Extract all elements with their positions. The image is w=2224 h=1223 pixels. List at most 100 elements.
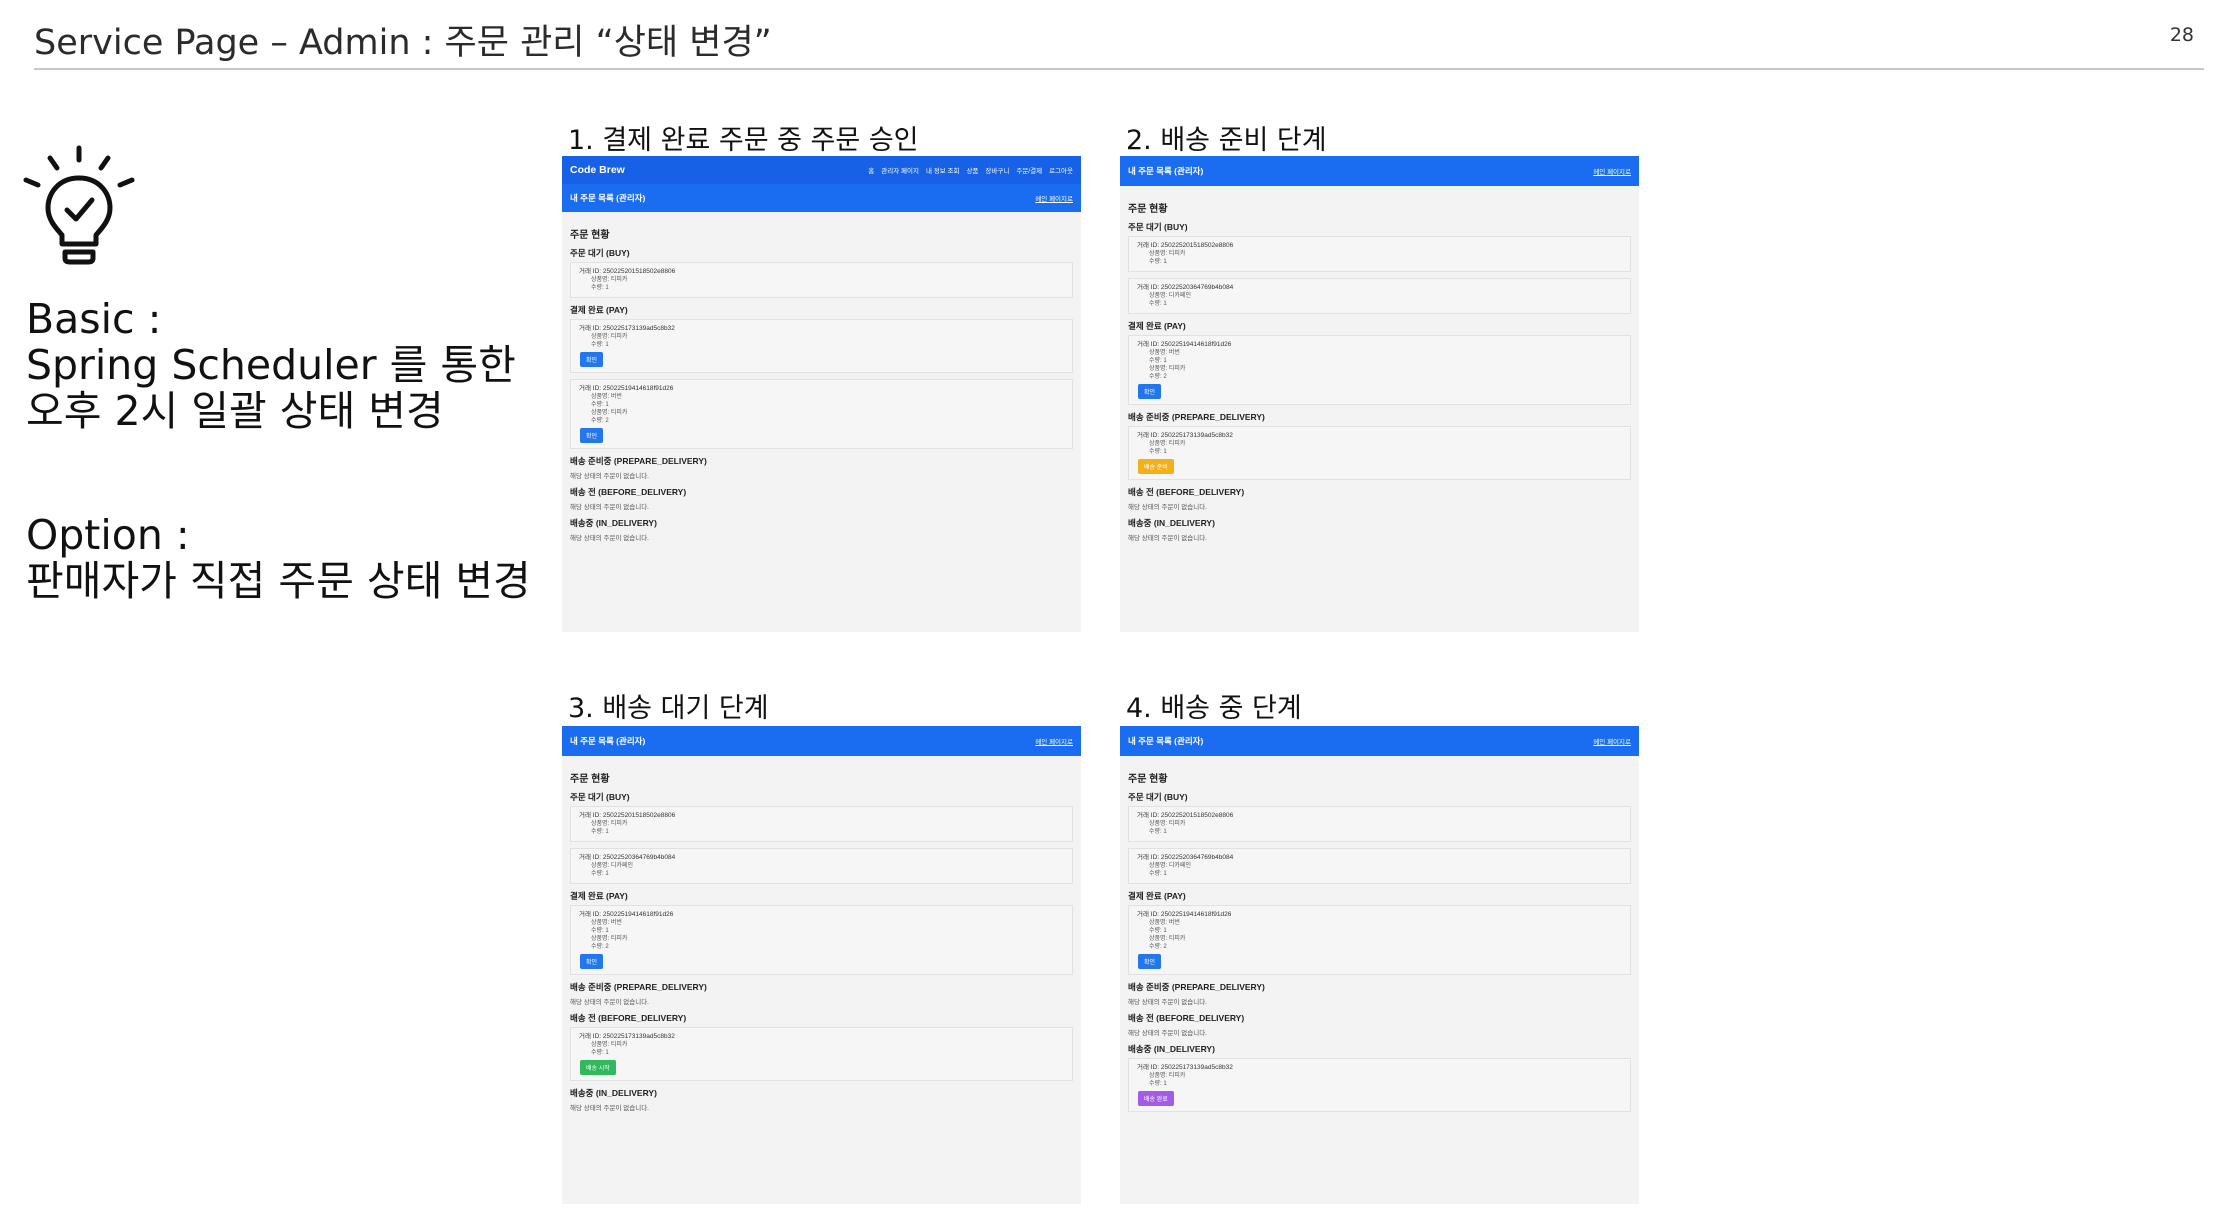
section-pay: 결제 완료 (PAY)	[1128, 321, 1186, 331]
transaction-id: 거래 ID: 250225173139ad5c8b32	[579, 325, 675, 332]
confirm-button[interactable]: 확인	[580, 352, 604, 367]
nav-my-info[interactable]: 내 정보 조회	[926, 165, 960, 175]
quantity: 수량: 1	[1149, 871, 1167, 877]
nav-logout[interactable]: 로그아웃	[1049, 165, 1073, 175]
empty-message: 해당 상태의 주문이 없습니다.	[1128, 1030, 1207, 1037]
product-name: 상품명: 버번	[591, 920, 622, 926]
quantity: 수량: 2	[1149, 374, 1167, 380]
section-before: 배송 전 (BEFORE_DELIVERY)	[570, 487, 687, 497]
panel-1-screenshot: Code Brew 홈 관리자 페이지 내 정보 조회 상품 장바구니 주문/결…	[562, 156, 1081, 632]
section-pay: 결제 완료 (PAY)	[1128, 891, 1186, 901]
transaction-id: 거래 ID: 250225203647​69b4b084	[579, 854, 676, 861]
empty-message: 해당 상태의 주문이 없습니다.	[570, 473, 649, 480]
order-list-title: 내 주문 목록 (관리자)	[1128, 736, 1204, 746]
transaction-id: 거래 ID: 2502252015185​02e8806	[579, 812, 676, 819]
order-list-title: 내 주문 목록 (관리자)	[570, 736, 646, 746]
quantity: 수량: 1	[591, 285, 609, 291]
transaction-id: 거래 ID: 250225173139ad5c8b32	[1137, 432, 1233, 439]
product-name: 상품명: 티피카	[1149, 821, 1186, 827]
product-name: 상품명: 버번	[591, 394, 622, 400]
section-buy: 주문 대기 (BUY)	[570, 248, 630, 258]
section-in: 배송중 (IN_DELIVERY)	[1128, 1044, 1215, 1054]
confirm-button[interactable]: 확인	[580, 954, 604, 969]
product-name: 상품명: 디카페인	[591, 863, 633, 869]
empty-message: 해당 상태의 주문이 없습니다.	[1128, 504, 1207, 511]
top-navbar: Code Brew 홈 관리자 페이지 내 정보 조회 상품 장바구니 주문/결…	[562, 156, 1081, 184]
panel-4-screenshot: 내 주문 목록 (관리자) 메인 페이지로 주문 현황 주문 대기 (BUY) …	[1120, 726, 1639, 1204]
main-page-link[interactable]: 메인 페이지로	[1593, 736, 1631, 746]
confirm-button[interactable]: 확인	[580, 428, 604, 443]
order-card: 거래 ID: 250225203647​69b4b084 상품명: 디카페인 수…	[1128, 278, 1631, 314]
panel-3-screenshot: 내 주문 목록 (관리자) 메인 페이지로 주문 현황 주문 대기 (BUY) …	[562, 726, 1081, 1204]
status-heading: 주문 현황	[1128, 774, 1168, 785]
basic-label: Basic :	[26, 295, 162, 343]
empty-message: 해당 상태의 주문이 없습니다.	[570, 504, 649, 511]
panel-4-caption: 4. 배송 중 단계	[1126, 693, 1302, 724]
lightbulb-check-icon	[23, 145, 135, 265]
transaction-id: 거래 ID: 2502252015185​02e8806	[579, 268, 676, 275]
nav-home[interactable]: 홈	[868, 165, 874, 175]
order-card: 거래 ID: 2502251941461​8f91d26 상품명: 버번 수량:…	[1128, 335, 1631, 405]
prepare-delivery-button[interactable]: 배송 준비	[1138, 459, 1174, 474]
transaction-id: 거래 ID: 2502251941461​8f91d26	[1137, 911, 1232, 918]
transaction-id: 거래 ID: 250225173139ad5c8b32	[579, 1033, 675, 1040]
product-name: 상품명: 티피카	[1149, 251, 1186, 257]
section-buy: 주문 대기 (BUY)	[1128, 792, 1188, 802]
empty-message: 해당 상태의 주문이 없습니다.	[570, 999, 649, 1006]
nav-cart[interactable]: 장바구니	[985, 165, 1009, 175]
option-line: 판매자가 직접 주문 상태 변경	[26, 557, 531, 605]
quantity: 수량: 1	[1149, 928, 1167, 934]
title-divider	[34, 68, 2204, 70]
confirm-button[interactable]: 확인	[1138, 384, 1162, 399]
product-name: 상품명: 티피카	[1149, 936, 1186, 942]
product-name: 상품명: 버번	[1149, 920, 1180, 926]
nav-orders[interactable]: 주문/결제	[1016, 165, 1042, 175]
section-before: 배송 전 (BEFORE_DELIVERY)	[1128, 487, 1245, 497]
panel-2-screenshot: 내 주문 목록 (관리자) 메인 페이지로 주문 현황 주문 대기 (BUY) …	[1120, 156, 1639, 632]
confirm-button[interactable]: 확인	[1138, 954, 1162, 969]
section-buy: 주문 대기 (BUY)	[570, 792, 630, 802]
product-name: 상품명: 디카페인	[1149, 293, 1191, 299]
quantity: 수량: 1	[1149, 301, 1167, 307]
empty-message: 해당 상태의 주문이 없습니다.	[570, 535, 649, 542]
start-delivery-button[interactable]: 배송 시작	[580, 1060, 616, 1075]
main-page-link[interactable]: 메인 페이지로	[1035, 736, 1073, 746]
order-card: 거래 ID: 250225173139ad5c8b32 상품명: 티피카 수량:…	[1128, 1058, 1631, 1112]
slide-title: Service Page – Admin : 주문 관리 “상태 변경”	[34, 23, 772, 63]
panel-2-caption: 2. 배송 준비 단계	[1126, 125, 1327, 156]
status-heading: 주문 현황	[1128, 204, 1168, 215]
main-page-link[interactable]: 메인 페이지로	[1035, 193, 1073, 203]
section-in: 배송중 (IN_DELIVERY)	[570, 1088, 657, 1098]
nav-products[interactable]: 상품	[966, 165, 978, 175]
transaction-id: 거래 ID: 2502251941461​8f91d26	[579, 385, 674, 392]
product-name: 상품명: 티피카	[591, 334, 628, 340]
product-name: 상품명: 티피카	[591, 936, 628, 942]
transaction-id: 거래 ID: 2502251941461​8f91d26	[1137, 341, 1232, 348]
quantity: 수량: 1	[591, 829, 609, 835]
product-name: 상품명: 티피카	[1149, 441, 1186, 447]
transaction-id: 거래 ID: 250225203647​69b4b084	[1137, 284, 1234, 291]
order-card: 거래 ID: 2502251941461​8f91d26 상품명: 버번 수량:…	[570, 379, 1073, 449]
section-prepare: 배송 준비중 (PREPARE_DELIVERY)	[1128, 982, 1265, 992]
status-heading: 주문 현황	[570, 230, 610, 241]
product-name: 상품명: 티피카	[591, 821, 628, 827]
page-number: 28	[2169, 24, 2194, 46]
main-page-link[interactable]: 메인 페이지로	[1593, 166, 1631, 176]
order-list-title: 내 주문 목록 (관리자)	[1128, 166, 1204, 176]
transaction-id: 거래 ID: 250225173139ad5c8b32	[1137, 1064, 1233, 1071]
order-list-header: 내 주문 목록 (관리자) 메인 페이지로	[1120, 726, 1639, 756]
brand-logo[interactable]: Code Brew	[570, 164, 625, 176]
status-heading: 주문 현황	[570, 774, 610, 785]
nav-admin[interactable]: 관리자 페이지	[881, 165, 919, 175]
section-buy: 주문 대기 (BUY)	[1128, 222, 1188, 232]
section-prepare: 배송 준비중 (PREPARE_DELIVERY)	[570, 982, 707, 992]
order-card: 거래 ID: 2502252015185​02e8806 상품명: 티피카 수량…	[1128, 806, 1631, 842]
product-name: 상품명: 티피카	[591, 277, 628, 283]
complete-delivery-button[interactable]: 배송 완료	[1138, 1091, 1174, 1106]
transaction-id: 거래 ID: 2502252015185​02e8806	[1137, 812, 1234, 819]
empty-message: 해당 상태의 주문이 없습니다.	[570, 1105, 649, 1112]
order-card: 거래 ID: 2502251941461​8f91d26 상품명: 버번 수량:…	[570, 905, 1073, 975]
product-name: 상품명: 버번	[1149, 350, 1180, 356]
transaction-id: 거래 ID: 250225203647​69b4b084	[1137, 854, 1234, 861]
panel-3-caption: 3. 배송 대기 단계	[568, 693, 769, 724]
